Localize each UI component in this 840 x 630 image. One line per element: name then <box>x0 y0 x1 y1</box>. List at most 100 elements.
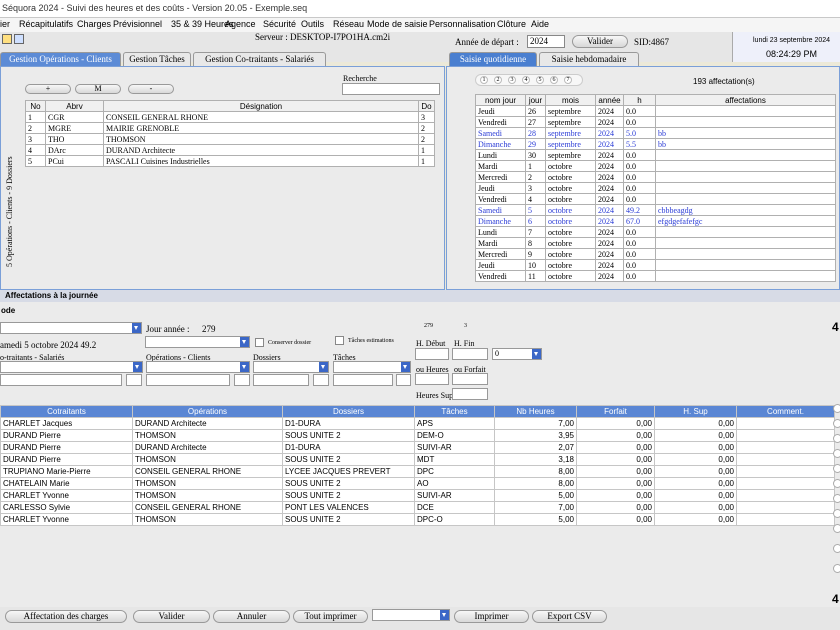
tab-gestion-taches[interactable]: Gestion Tâches <box>123 52 191 66</box>
row-radio[interactable] <box>833 464 840 473</box>
table-row[interactable]: 3 THO THOMSON 2 <box>25 133 435 145</box>
table-row[interactable]: 4 DArc DURAND Architecte 1 <box>25 144 435 156</box>
tache-search[interactable] <box>333 374 393 386</box>
table-row[interactable]: CHARLET Yvonne THOMSON SOUS UNITE 2 SUIVI-A… <box>0 489 835 502</box>
menu-item[interactable]: Mode de saisie <box>367 19 428 29</box>
row-radio[interactable] <box>833 479 840 488</box>
menu-item[interactable]: Personnalisation <box>429 19 496 29</box>
column-header[interactable]: année <box>595 94 624 106</box>
tout-imprimer-button[interactable]: Tout imprimer <box>293 610 368 623</box>
conserver-dossier-checkbox[interactable] <box>255 338 264 347</box>
tab-saisie-quotidienne[interactable]: Saisie quotidienne <box>449 52 537 66</box>
recherche-input[interactable] <box>342 83 440 95</box>
cotraitant-select[interactable] <box>0 361 143 373</box>
column-header[interactable]: jour <box>525 94 546 106</box>
table-row[interactable]: 2 MGRE MAIRIE GRENOBLE 2 <box>25 122 435 134</box>
mode-select[interactable] <box>0 322 142 334</box>
chevron-down-icon[interactable] <box>401 362 410 372</box>
operation-extra[interactable] <box>234 374 250 386</box>
tache-extra[interactable] <box>396 374 411 386</box>
row-radio[interactable] <box>833 509 840 518</box>
date-select[interactable] <box>145 336 250 348</box>
menu-item[interactable]: ier <box>0 19 10 29</box>
menu-item[interactable]: Aide <box>531 19 549 29</box>
day-row[interactable]: Mardi 1 octobre 2024 0.0 <box>475 160 836 172</box>
column-header[interactable]: h <box>623 94 656 106</box>
chevron-down-icon[interactable] <box>133 362 142 372</box>
day-row[interactable]: Vendredi 27 septembre 2024 0.0 <box>475 116 836 128</box>
page-button[interactable]: 6 <box>550 76 558 84</box>
page-button[interactable]: 3 <box>508 76 516 84</box>
heures-input[interactable] <box>415 373 449 385</box>
table-row[interactable]: DURAND Pierre DURAND Architecte D1-DURA SUI… <box>0 441 835 454</box>
column-header[interactable]: Opérations <box>132 405 283 418</box>
table-row[interactable]: CHARLET Jacques DURAND Architecte D1-DURA A… <box>0 417 835 430</box>
row-radio[interactable] <box>833 449 840 458</box>
taches-estimations-checkbox[interactable] <box>335 336 344 345</box>
heures-sup-input[interactable] <box>452 388 488 400</box>
column-header[interactable]: mois <box>545 94 596 106</box>
table-row[interactable]: 5 PCui PASCALI Cuisines Industrielles 1 <box>25 155 435 167</box>
menu-item[interactable]: Prévisionnel <box>113 19 162 29</box>
table-row[interactable]: CHATELAIN Marie THOMSON SOUS UNITE 2 AO 8,00… <box>0 477 835 490</box>
menu-item[interactable]: Outils <box>301 19 324 29</box>
day-row[interactable]: Jeudi 26 septembre 2024 0.0 <box>475 105 836 117</box>
table-row[interactable]: DURAND Pierre THOMSON SOUS UNITE 2 DEM-O 3,9… <box>0 429 835 442</box>
page-button[interactable]: 2 <box>494 76 502 84</box>
modify-button[interactable]: M <box>75 84 121 94</box>
valider-year-button[interactable]: Valider <box>572 35 628 48</box>
folder-icon[interactable] <box>2 34 12 44</box>
export-csv-button[interactable]: Export CSV <box>532 610 607 623</box>
hdebut-input[interactable] <box>415 348 449 360</box>
operation-select[interactable] <box>146 361 250 373</box>
zero-select[interactable]: 0 <box>492 348 542 360</box>
menu-item[interactable]: Agence <box>225 19 256 29</box>
day-row[interactable]: Lundi 30 septembre 2024 0.0 <box>475 149 836 161</box>
chevron-down-icon[interactable] <box>132 323 141 333</box>
remove-button[interactable]: - <box>128 84 174 94</box>
column-header[interactable]: Nb Heures <box>494 405 577 418</box>
dossier-extra[interactable] <box>313 374 329 386</box>
row-radio[interactable] <box>833 524 840 533</box>
table-row[interactable]: 1 CGR CONSEIL GENERAL RHONE 3 <box>25 111 435 123</box>
day-row[interactable]: Lundi 7 octobre 2024 0.0 <box>475 226 836 238</box>
table-row[interactable]: DURAND Pierre THOMSON SOUS UNITE 2 MDT 3,18 0… <box>0 453 835 466</box>
save-icon[interactable] <box>14 34 24 44</box>
menu-item[interactable]: Charges <box>77 19 111 29</box>
annuler-button[interactable]: Annuler <box>213 610 290 623</box>
hfin-input[interactable] <box>452 348 488 360</box>
chevron-down-icon[interactable] <box>440 610 449 620</box>
table-row[interactable]: CARLESSO Sylvie CONSEIL GENERAL RHONE PONT… <box>0 501 835 514</box>
row-radio[interactable] <box>833 544 840 553</box>
day-row[interactable]: Dimanche 6 octobre 2024 67.0 efgdgefafefgc <box>475 215 836 227</box>
page-button[interactable]: 5 <box>536 76 544 84</box>
dossier-select[interactable] <box>253 361 329 373</box>
page-button[interactable]: 4 <box>522 76 530 84</box>
day-row[interactable]: Jeudi 3 octobre 2024 0.0 <box>475 182 836 194</box>
column-header[interactable]: affectations <box>655 94 836 106</box>
day-row[interactable]: Vendredi 4 octobre 2024 0.0 <box>475 193 836 205</box>
column-header[interactable]: Tâches <box>414 405 495 418</box>
column-header[interactable]: Cotraitants <box>0 405 133 418</box>
row-radio[interactable] <box>833 494 840 503</box>
column-header[interactable]: No <box>25 100 46 112</box>
menu-item[interactable]: Sécurité <box>263 19 296 29</box>
tab-gestion-cotraitants[interactable]: Gestion Co-traitants - Salariés <box>193 52 326 66</box>
row-radio[interactable] <box>833 434 840 443</box>
annee-input[interactable]: 2024 <box>527 35 565 48</box>
table-row[interactable]: TRUPIANO Marie-Pierre CONSEIL GENERAL RHO… <box>0 465 835 478</box>
affectation-charges-button[interactable]: Affectation des charges <box>5 610 127 623</box>
column-header[interactable]: Abrv <box>45 100 104 112</box>
tache-select[interactable] <box>333 361 411 373</box>
tab-gestion-operations[interactable]: Gestion Opérations - Clients <box>0 52 121 66</box>
dossier-search[interactable] <box>253 374 309 386</box>
chevron-down-icon[interactable] <box>532 349 541 359</box>
day-row[interactable]: Dimanche 29 septembre 2024 5.5 bb <box>475 138 836 150</box>
cotraitant-search[interactable] <box>0 374 122 386</box>
forfait-input[interactable] <box>452 373 488 385</box>
page-button[interactable]: 1 <box>480 76 488 84</box>
chevron-down-icon[interactable] <box>240 362 249 372</box>
column-header[interactable]: nom jour <box>475 94 526 106</box>
cotraitant-extra[interactable] <box>126 374 142 386</box>
chevron-down-icon[interactable] <box>240 337 249 347</box>
